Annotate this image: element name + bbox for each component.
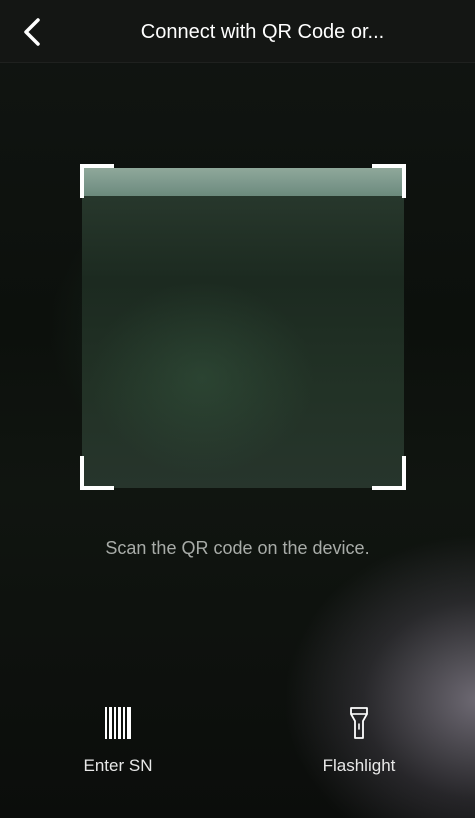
enter-sn-button[interactable]: Enter SN bbox=[48, 706, 188, 790]
viewfinder-corner-top-right bbox=[372, 164, 406, 198]
flashlight-label: Flashlight bbox=[322, 756, 396, 775]
camera-scan-screen: Connect with QR Code or... Scan the QR c… bbox=[0, 0, 475, 818]
camera-feed bbox=[82, 168, 404, 488]
back-button[interactable] bbox=[14, 14, 50, 50]
scan-hint: Scan the QR code on the device. bbox=[105, 538, 370, 558]
page-title: Connect with QR Code or... bbox=[140, 21, 385, 43]
scan-line bbox=[82, 168, 404, 196]
flashlight-button[interactable]: Flashlight bbox=[289, 706, 429, 790]
flashlight-icon bbox=[350, 707, 368, 739]
viewfinder-corner-top-left bbox=[80, 164, 114, 198]
qr-viewfinder bbox=[80, 164, 406, 490]
enter-sn-label: Enter SN bbox=[83, 756, 153, 775]
chevron-left-icon bbox=[24, 18, 40, 46]
viewfinder-corner-bottom-left bbox=[80, 456, 114, 490]
top-bar: Connect with QR Code or... bbox=[0, 0, 475, 63]
viewfinder-corner-bottom-right bbox=[372, 456, 406, 490]
barcode-icon bbox=[105, 707, 131, 739]
